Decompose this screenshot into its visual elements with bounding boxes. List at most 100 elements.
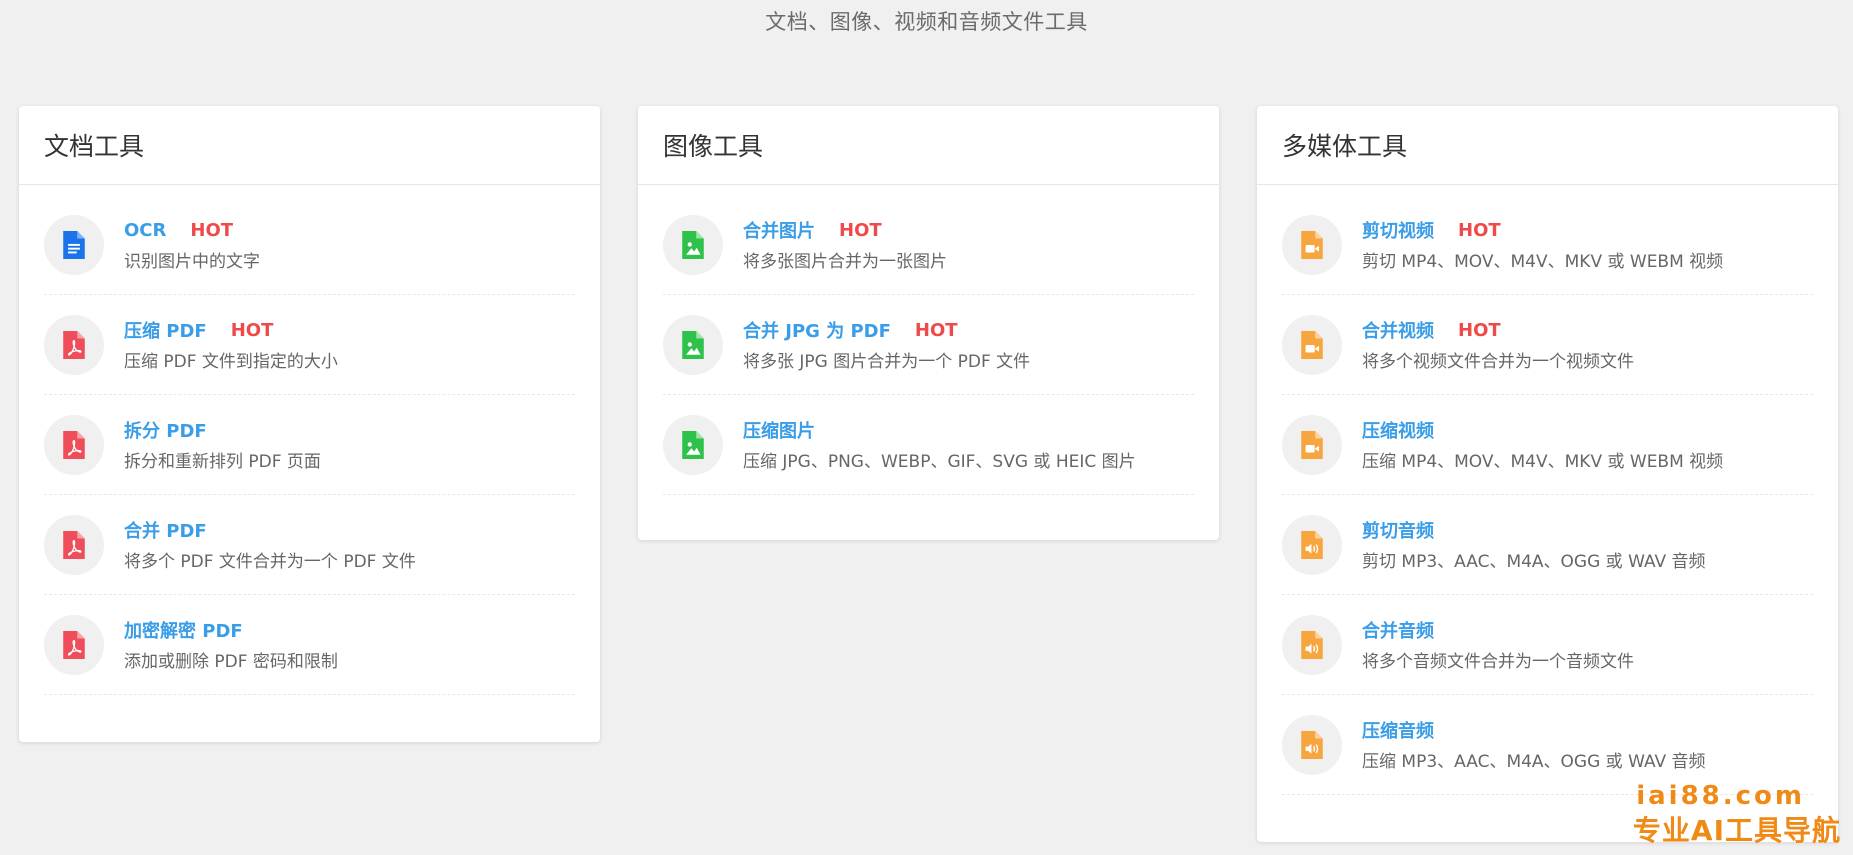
tool-text: 压缩音频压缩 MP3、AAC、M4A、OGG 或 WAV 音频 (1362, 717, 1706, 772)
tool-text: OCR HOT 识别图片中的文字 (124, 217, 260, 273)
tool-description: 将多个 PDF 文件合并为一个 PDF 文件 (124, 552, 416, 572)
tool-text: 压缩视频压缩 MP4、MOV、M4V、MKV 或 WEBM 视频 (1362, 417, 1723, 472)
tool-title-row: 合并 JPG 为 PDF HOT (743, 317, 1030, 343)
image-file-icon (663, 414, 723, 475)
tool-item[interactable]: 加密解密 PDF 添加或删除 PDF 密码和限制 (44, 595, 575, 695)
tool-description: 将多张 JPG 图片合并为一个 PDF 文件 (743, 352, 1031, 372)
tool-link[interactable]: 压缩视频 (1362, 417, 1434, 443)
tool-title-row: 拆分 PDF (124, 417, 321, 443)
video-file-icon (1282, 214, 1342, 275)
hot-badge: HOT (1458, 319, 1501, 341)
tool-title-row: 合并视频 HOT (1362, 317, 1634, 343)
tool-text: 加密解密 PDF 添加或删除 PDF 密码和限制 (124, 617, 338, 672)
tool-list: 合并图片 HOT 将多张图片合并为一张图片合并 JPG 为 PDF HOT 将多张 JP… (638, 185, 1219, 495)
pdf-file-icon (44, 614, 104, 675)
tool-item[interactable]: 压缩视频压缩 MP4、MOV、M4V、MKV 或 WEBM 视频 (1282, 395, 1813, 495)
tool-title-row: 合并 PDF (124, 517, 416, 543)
tool-title-row: OCR HOT (124, 217, 260, 243)
hot-badge: HOT (914, 319, 958, 341)
tool-title-row: 压缩 PDF HOT (124, 317, 338, 343)
tool-link[interactable]: 压缩音频 (1362, 717, 1434, 743)
tool-link[interactable]: 剪切视频 (1362, 217, 1434, 243)
tool-title-row: 加密解密 PDF (124, 617, 338, 643)
card-image-tools: 图像工具 合并图片 HOT 将多张图片合并为一张图片合并 JPG 为 PDF HOT 将… (638, 106, 1219, 540)
card-title: 图像工具 (638, 106, 1219, 185)
tool-link[interactable]: 合并音频 (1362, 617, 1434, 643)
audio-file-icon (1282, 714, 1342, 775)
tool-link[interactable]: 拆分 PDF (124, 417, 207, 443)
watermark-slogan: 专业AI工具导航 (1632, 814, 1841, 847)
tool-text: 合并图片 HOT 将多张图片合并为一张图片 (743, 217, 947, 273)
tool-title-row: 剪切视频 HOT (1362, 217, 1723, 243)
tool-text: 合并 JPG 为 PDF HOT 将多张 JPG 图片合并为一个 PDF 文件 (743, 317, 1031, 373)
tool-item[interactable]: 合并 JPG 为 PDF HOT 将多张 JPG 图片合并为一个 PDF 文件 (663, 295, 1194, 395)
tool-title-row: 压缩图片 (743, 417, 1136, 443)
card-title: 文档工具 (19, 106, 600, 185)
tool-link[interactable]: 合并 PDF (124, 517, 207, 543)
hot-badge: HOT (190, 219, 234, 241)
video-file-icon (1282, 314, 1342, 375)
audio-file-icon (1282, 514, 1342, 575)
tool-item[interactable]: 合并视频 HOT 将多个视频文件合并为一个视频文件 (1282, 295, 1813, 395)
tool-list: OCR HOT 识别图片中的文字 压缩 PDF HOT 压缩 PDF 文件到指定的大小 拆分… (19, 185, 600, 695)
tool-description: 将多张图片合并为一张图片 (743, 252, 947, 272)
watermark-url: iai88.com (1636, 781, 1805, 811)
tool-title-row: 压缩音频 (1362, 717, 1706, 743)
tool-description: 压缩 JPG、PNG、WEBP、GIF、SVG 或 HEIC 图片 (743, 452, 1136, 472)
tool-item[interactable]: 剪切音频剪切 MP3、AAC、M4A、OGG 或 WAV 音频 (1282, 495, 1813, 595)
tool-link[interactable]: 压缩图片 (743, 417, 815, 443)
card-title: 多媒体工具 (1257, 106, 1838, 185)
tool-description: 将多个视频文件合并为一个视频文件 (1362, 352, 1634, 372)
tool-description: 压缩 MP4、MOV、M4V、MKV 或 WEBM 视频 (1362, 452, 1724, 472)
tool-text: 压缩 PDF HOT 压缩 PDF 文件到指定的大小 (124, 317, 338, 373)
page-subtitle: 文档、图像、视频和音频文件工具 (765, 10, 1088, 34)
card-document-tools: 文档工具 OCR HOT 识别图片中的文字 压缩 PDF HOT 压缩 PDF 文件到指定… (19, 106, 600, 742)
tool-text: 合并视频 HOT 将多个视频文件合并为一个视频文件 (1362, 317, 1634, 373)
tool-list: 剪切视频 HOT 剪切 MP4、MOV、M4V、MKV 或 WEBM 视频合并视频 H… (1257, 185, 1838, 795)
tool-title-row: 合并图片 HOT (743, 217, 947, 243)
pdf-file-icon (44, 514, 104, 575)
tool-description: 压缩 PDF 文件到指定的大小 (124, 352, 338, 372)
tool-description: 压缩 MP3、AAC、M4A、OGG 或 WAV 音频 (1362, 752, 1706, 772)
hot-badge: HOT (1458, 219, 1501, 241)
hot-badge: HOT (839, 219, 882, 241)
tool-item[interactable]: 拆分 PDF 拆分和重新排列 PDF 页面 (44, 395, 575, 495)
card-media-tools: 多媒体工具 剪切视频 HOT 剪切 MP4、MOV、M4V、MKV 或 WEBM 视… (1257, 106, 1838, 842)
tool-link[interactable]: 剪切音频 (1362, 517, 1434, 543)
tool-item[interactable]: 剪切视频 HOT 剪切 MP4、MOV、M4V、MKV 或 WEBM 视频 (1282, 195, 1813, 295)
tool-link[interactable]: 压缩 PDF (124, 317, 207, 343)
tool-link[interactable]: 合并 JPG 为 PDF (743, 317, 891, 343)
tool-text: 合并音频将多个音频文件合并为一个音频文件 (1362, 617, 1634, 672)
site-watermark: iai88.com 专业AI工具导航 (1633, 783, 1841, 845)
pdf-file-icon (44, 414, 104, 475)
image-file-icon (663, 314, 723, 375)
tool-link[interactable]: 合并视频 (1362, 317, 1434, 343)
hot-badge: HOT (230, 319, 274, 341)
tool-item[interactable]: 合并 PDF 将多个 PDF 文件合并为一个 PDF 文件 (44, 495, 575, 595)
tool-link[interactable]: OCR (124, 220, 166, 241)
audio-file-icon (1282, 614, 1342, 675)
tool-title-row: 剪切音频 (1362, 517, 1706, 543)
tool-description: 剪切 MP3、AAC、M4A、OGG 或 WAV 音频 (1362, 552, 1706, 572)
tool-text: 压缩图片压缩 JPG、PNG、WEBP、GIF、SVG 或 HEIC 图片 (743, 417, 1136, 472)
tool-link[interactable]: 合并图片 (743, 217, 815, 243)
video-file-icon (1282, 414, 1342, 475)
tool-item[interactable]: OCR HOT 识别图片中的文字 (44, 195, 575, 295)
tool-link[interactable]: 加密解密 PDF (124, 617, 243, 643)
google-doc-icon (44, 214, 104, 275)
tool-description: 拆分和重新排列 PDF 页面 (124, 452, 321, 472)
tool-text: 剪切视频 HOT 剪切 MP4、MOV、M4V、MKV 或 WEBM 视频 (1362, 217, 1724, 273)
tool-item[interactable]: 合并图片 HOT 将多张图片合并为一张图片 (663, 195, 1194, 295)
tool-description: 将多个音频文件合并为一个音频文件 (1362, 652, 1634, 672)
tool-title-row: 合并音频 (1362, 617, 1634, 643)
tool-item[interactable]: 压缩图片压缩 JPG、PNG、WEBP、GIF、SVG 或 HEIC 图片 (663, 395, 1194, 495)
tool-description: 剪切 MP4、MOV、M4V、MKV 或 WEBM 视频 (1362, 252, 1724, 272)
image-file-icon (663, 214, 723, 275)
tool-text: 拆分 PDF 拆分和重新排列 PDF 页面 (124, 417, 321, 472)
tool-item[interactable]: 压缩音频压缩 MP3、AAC、M4A、OGG 或 WAV 音频 (1282, 695, 1813, 795)
tool-item[interactable]: 压缩 PDF HOT 压缩 PDF 文件到指定的大小 (44, 295, 575, 395)
tool-title-row: 压缩视频 (1362, 417, 1723, 443)
tool-text: 合并 PDF 将多个 PDF 文件合并为一个 PDF 文件 (124, 517, 416, 572)
tool-text: 剪切音频剪切 MP3、AAC、M4A、OGG 或 WAV 音频 (1362, 517, 1706, 572)
tool-item[interactable]: 合并音频将多个音频文件合并为一个音频文件 (1282, 595, 1813, 695)
